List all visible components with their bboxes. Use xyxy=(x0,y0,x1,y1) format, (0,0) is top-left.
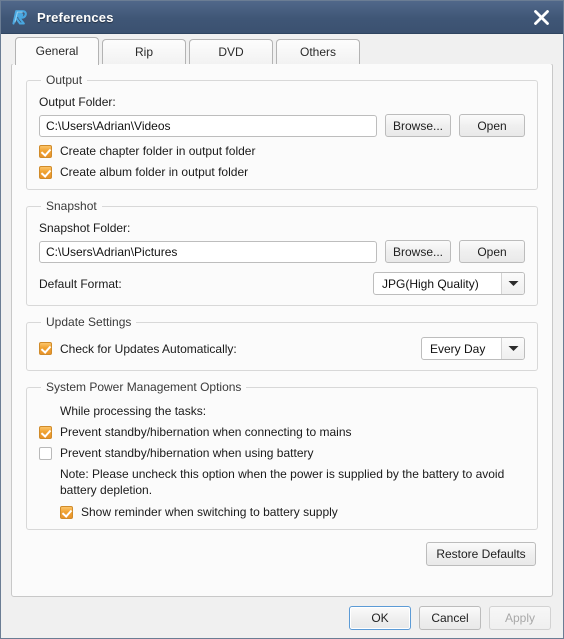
restore-defaults-button[interactable]: Restore Defaults xyxy=(426,542,536,566)
ok-button[interactable]: OK xyxy=(349,605,411,630)
output-group: Output Output Folder: Browse... Open Cre… xyxy=(26,73,538,190)
general-tab-panel: Output Output Folder: Browse... Open Cre… xyxy=(11,63,553,597)
chevron-down-icon[interactable] xyxy=(501,273,524,294)
create-chapter-folder-checkbox[interactable] xyxy=(39,144,52,158)
default-format-combo[interactable]: JPG(High Quality) xyxy=(373,272,525,295)
output-open-button[interactable]: Open xyxy=(459,114,525,137)
snapshot-folder-label: Snapshot Folder: xyxy=(39,221,131,235)
chevron-down-icon[interactable] xyxy=(501,338,524,359)
default-format-label: Default Format: xyxy=(39,276,122,291)
output-folder-input[interactable] xyxy=(39,114,377,137)
tab-rip[interactable]: Rip xyxy=(102,39,186,64)
show-reminder-label: Show reminder when switching to battery … xyxy=(81,505,338,519)
update-settings-group: Update Settings Check for Updates Automa… xyxy=(26,315,538,371)
create-chapter-folder-label: Create chapter folder in output folder xyxy=(60,144,256,158)
close-icon[interactable] xyxy=(527,4,555,31)
update-settings-group-title: Update Settings xyxy=(41,315,137,329)
output-group-title: Output xyxy=(41,73,88,87)
create-album-folder-checkbox-row[interactable]: Create album folder in output folder xyxy=(39,165,525,179)
tab-bar: General Rip DVD Others xyxy=(1,34,563,65)
prevent-standby-battery-row[interactable]: Prevent standby/hibernation when using b… xyxy=(39,446,525,460)
title-bar: Preferences xyxy=(1,1,563,34)
default-format-row: Default Format: JPG(High Quality) xyxy=(39,272,525,295)
cancel-button[interactable]: Cancel xyxy=(419,605,481,630)
check-updates-checkbox[interactable] xyxy=(39,342,52,355)
dialog-footer: OK Cancel Apply xyxy=(1,597,563,638)
tab-dvd-label: DVD xyxy=(218,45,244,59)
preferences-dialog: Preferences General Rip DVD Others Outpu… xyxy=(0,0,564,639)
output-folder-label: Output Folder: xyxy=(39,95,116,109)
prevent-standby-battery-label: Prevent standby/hibernation when using b… xyxy=(60,446,314,460)
prevent-standby-mains-checkbox[interactable] xyxy=(39,425,52,439)
app-logo-r-icon xyxy=(10,8,29,27)
snapshot-folder-input[interactable] xyxy=(39,240,377,263)
check-updates-checkbox-row[interactable]: Check for Updates Automatically: xyxy=(39,342,237,356)
restore-defaults-row: Restore Defaults xyxy=(22,542,536,566)
tab-rip-label: Rip xyxy=(134,45,153,59)
update-frequency-value: Every Day xyxy=(430,341,486,356)
tab-general-label: General xyxy=(35,43,79,58)
show-reminder-row[interactable]: Show reminder when switching to battery … xyxy=(60,505,525,519)
snapshot-folder-row: Browse... Open xyxy=(39,240,525,263)
apply-button: Apply xyxy=(489,605,551,630)
create-album-folder-checkbox[interactable] xyxy=(39,165,52,179)
prevent-standby-mains-row[interactable]: Prevent standby/hibernation when connect… xyxy=(39,425,525,439)
tab-dvd[interactable]: DVD xyxy=(189,39,273,64)
prevent-standby-battery-checkbox[interactable] xyxy=(39,446,52,460)
output-browse-button[interactable]: Browse... xyxy=(385,114,451,137)
create-chapter-folder-checkbox-row[interactable]: Create chapter folder in output folder xyxy=(39,144,525,158)
check-updates-label: Check for Updates Automatically: xyxy=(60,341,237,356)
power-management-group: System Power Management Options While pr… xyxy=(26,380,538,530)
update-frequency-combo[interactable]: Every Day xyxy=(421,337,525,360)
show-reminder-checkbox[interactable] xyxy=(60,505,73,519)
power-management-group-title: System Power Management Options xyxy=(41,380,247,394)
snapshot-group-title: Snapshot xyxy=(41,199,102,213)
window-title: Preferences xyxy=(37,9,114,25)
battery-note-text: Note: Please uncheck this option when th… xyxy=(60,467,505,497)
snapshot-browse-button[interactable]: Browse... xyxy=(385,240,451,263)
tab-general[interactable]: General xyxy=(15,37,99,65)
default-format-value: JPG(High Quality) xyxy=(382,276,479,291)
prevent-standby-mains-label: Prevent standby/hibernation when connect… xyxy=(60,425,352,439)
check-updates-row: Check for Updates Automatically: Every D… xyxy=(39,337,525,360)
power-intro-text: While processing the tasks: xyxy=(60,404,207,418)
output-folder-row: Browse... Open xyxy=(39,114,525,137)
create-album-folder-label: Create album folder in output folder xyxy=(60,165,249,179)
snapshot-group: Snapshot Snapshot Folder: Browse... Open… xyxy=(26,199,538,306)
snapshot-open-button[interactable]: Open xyxy=(459,240,525,263)
tab-others[interactable]: Others xyxy=(276,39,360,64)
tab-others-label: Others xyxy=(299,45,336,59)
